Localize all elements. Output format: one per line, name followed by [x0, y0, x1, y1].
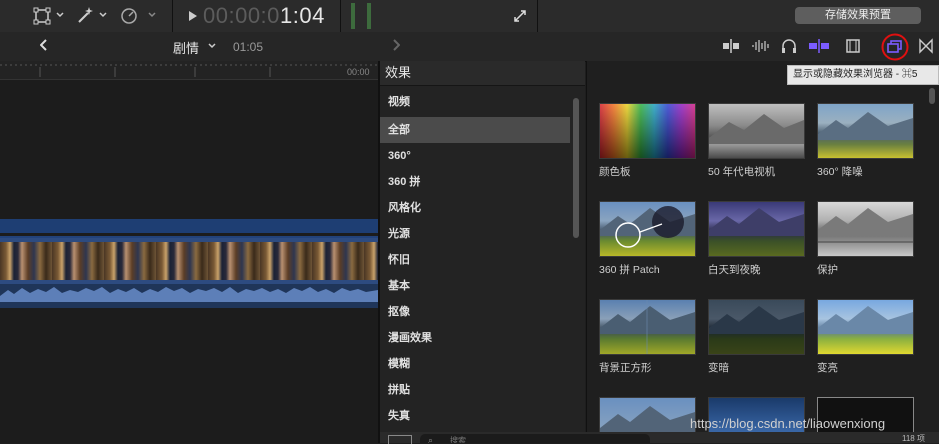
effect-thumb-darken[interactable] — [708, 299, 805, 355]
snapping-icon[interactable] — [808, 38, 830, 54]
project-duration: 01:05 — [233, 40, 264, 54]
category-all[interactable]: 全部 — [380, 117, 570, 143]
clip-appearance-icon[interactable] — [722, 38, 740, 54]
effect-label: 背景正方形 — [599, 362, 652, 374]
category-tiling[interactable]: 拼贴 — [380, 377, 570, 403]
effects-header: 效果 — [380, 61, 585, 86]
category-scrollbar[interactable] — [573, 98, 579, 238]
effect-label: 变暗 — [708, 362, 729, 374]
category-keying[interactable]: 抠像 — [380, 299, 570, 325]
play-icon[interactable] — [188, 10, 198, 22]
effect-thumb-360-denoise[interactable] — [817, 103, 914, 159]
category-light[interactable]: 光源 — [380, 221, 570, 247]
effect-label: 360 拼 Patch — [599, 264, 660, 276]
film-strip-icon[interactable] — [846, 38, 860, 54]
category-basics[interactable]: 基本 — [380, 273, 570, 299]
transform-icon[interactable] — [33, 7, 51, 25]
video-clip[interactable] — [0, 236, 378, 286]
headphones-icon[interactable] — [781, 38, 797, 54]
chevron-down-icon[interactable] — [99, 12, 107, 18]
forward-arrow-icon[interactable] — [392, 39, 400, 51]
effect-label: 颜色板 — [599, 166, 631, 178]
speedometer-icon[interactable] — [120, 7, 138, 25]
transitions-icon[interactable] — [918, 38, 934, 54]
project-name[interactable]: 剧情 — [173, 38, 199, 57]
ruler-ticks — [0, 64, 378, 77]
category-360-patch[interactable]: 360 拼 — [380, 169, 570, 195]
audio-waveform[interactable] — [0, 284, 378, 308]
audio-waveform-icon[interactable] — [751, 38, 771, 54]
category-blur[interactable]: 模糊 — [380, 351, 570, 377]
effect-thumb-background-squares[interactable] — [599, 299, 696, 355]
search-input[interactable]: ⌕ 搜索 — [420, 434, 650, 443]
chevron-down-icon[interactable] — [208, 43, 216, 49]
timecode-current: 1:04 — [280, 3, 325, 28]
effects-count: 118 项 — [902, 434, 925, 443]
category-comic[interactable]: 漫画效果 — [380, 325, 570, 351]
effect-label: 50 年代电视机 — [708, 166, 776, 178]
ruler-time-label: 00:00 — [347, 67, 370, 77]
timeline-nav-bar — [0, 32, 939, 62]
category-stylize[interactable]: 风格化 — [380, 195, 570, 221]
effect-label: 变亮 — [817, 362, 838, 374]
search-placeholder: 搜索 — [450, 436, 466, 443]
category-distortion[interactable]: 失真 — [380, 403, 570, 429]
effect-thumb-protect[interactable] — [817, 201, 914, 257]
category-retro[interactable]: 怀旧 — [380, 247, 570, 273]
effects-browser-tooltip: 显示或隐藏效果浏览器 - ⌘5 — [787, 65, 939, 85]
grid-scrollbar[interactable] — [929, 88, 935, 104]
effect-label: 白天到夜晚 — [708, 264, 761, 276]
back-arrow-icon[interactable] — [40, 39, 48, 51]
save-effects-preset-button[interactable]: 存储效果预置 — [795, 7, 921, 24]
effect-thumb-50s-tv[interactable] — [708, 103, 805, 159]
chevron-down-icon[interactable] — [56, 12, 64, 18]
audio-meter-right — [367, 3, 371, 29]
search-icon: ⌕ — [428, 435, 434, 443]
title-clip[interactable] — [0, 219, 378, 233]
effect-thumb-day-to-night[interactable] — [708, 201, 805, 257]
fullscreen-icon[interactable] — [513, 9, 527, 23]
timecode-dim: 00:00:0 — [203, 3, 280, 28]
effect-thumb-color-board[interactable] — [599, 103, 696, 159]
effect-thumb-360-patch[interactable] — [599, 201, 696, 257]
audio-meter-left — [351, 3, 355, 29]
chevron-down-icon[interactable] — [148, 12, 156, 18]
effect-label: 360° 降噪 — [817, 166, 863, 178]
effect-thumb-brighten[interactable] — [817, 299, 914, 355]
watermark: https://blog.csdn.net/liaowenxiong — [690, 416, 886, 431]
magic-wand-icon[interactable] — [76, 6, 94, 24]
effect-label: 保护 — [817, 264, 838, 276]
category-360-degree[interactable]: 360° — [380, 143, 570, 169]
effects-browser-toggle-icon[interactable] — [880, 33, 910, 61]
effect-thumb-partial[interactable] — [599, 397, 696, 434]
category-video[interactable]: 视频 — [380, 89, 570, 115]
